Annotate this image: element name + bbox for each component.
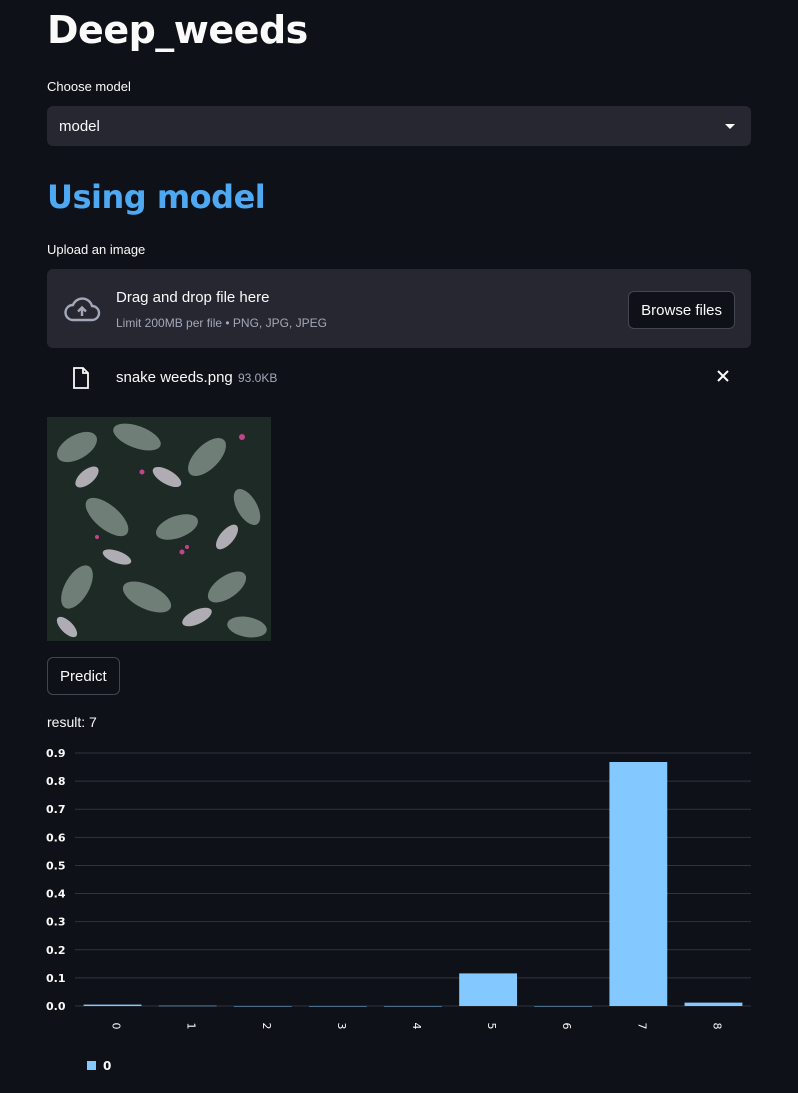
file-name: snake weeds.png xyxy=(116,369,233,386)
x-tick-label: 3 xyxy=(335,1023,348,1030)
chevron-down-icon xyxy=(725,123,735,129)
y-tick-label: 0.5 xyxy=(46,859,66,872)
legend-label: 0 xyxy=(103,1059,111,1073)
dropzone-hint: Limit 200MB per file • PNG, JPG, JPEG xyxy=(116,316,327,330)
file-dropzone[interactable]: Drag and drop file here Limit 200MB per … xyxy=(47,269,751,348)
file-icon xyxy=(71,366,91,395)
dropzone-title: Drag and drop file here xyxy=(116,289,270,306)
uploaded-file-row: snake weeds.png 93.0KB xyxy=(47,360,751,396)
bar xyxy=(158,1005,217,1007)
section-heading: Using model xyxy=(47,178,266,216)
x-tick-label: 4 xyxy=(410,1023,423,1030)
bar xyxy=(233,1006,292,1007)
bar xyxy=(308,1006,367,1007)
y-tick-label: 0.4 xyxy=(46,888,66,901)
model-select[interactable]: model xyxy=(47,106,751,146)
browse-files-button[interactable]: Browse files xyxy=(628,291,735,329)
uploader-label: Upload an image xyxy=(47,242,146,257)
y-tick-label: 0.8 xyxy=(46,775,66,788)
x-tick-label: 8 xyxy=(710,1023,723,1030)
x-tick-label: 5 xyxy=(485,1023,498,1030)
model-select-value: model xyxy=(59,117,100,135)
bar xyxy=(83,1004,142,1006)
predict-button[interactable]: Predict xyxy=(47,657,120,695)
app-title: Deep_weeds xyxy=(47,8,308,52)
y-tick-label: 0.6 xyxy=(46,831,66,844)
legend-swatch xyxy=(87,1061,96,1070)
bar xyxy=(534,1006,593,1007)
bar xyxy=(384,1006,442,1007)
prediction-bar-chart: 0.0 0.1 0.2 0.3 0.4 0.5 0.6 0.7 0.8 0.9 0 1 2 3 4 5 6 7 8 0 xyxy=(46,747,751,1073)
x-tick-label: 2 xyxy=(260,1023,273,1030)
model-select-label: Choose model xyxy=(47,79,131,94)
y-tick-label: 0.7 xyxy=(46,803,66,816)
y-tick-label: 0.9 xyxy=(46,747,66,760)
bar xyxy=(609,761,668,1006)
close-icon[interactable] xyxy=(713,366,733,386)
bar xyxy=(459,973,518,1006)
y-tick-label: 0.0 xyxy=(46,1000,66,1013)
uploaded-image-preview xyxy=(47,417,271,641)
x-tick-label: 1 xyxy=(185,1023,198,1030)
file-size: 93.0KB xyxy=(238,371,278,385)
bar xyxy=(684,1002,743,1006)
x-tick-label: 6 xyxy=(560,1023,573,1030)
cloud-upload-icon xyxy=(63,295,101,328)
y-tick-label: 0.1 xyxy=(46,972,66,985)
result-text: result: 7 xyxy=(47,714,97,730)
x-tick-label: 7 xyxy=(635,1023,648,1030)
y-tick-label: 0.2 xyxy=(46,944,66,957)
y-tick-label: 0.3 xyxy=(46,916,66,929)
x-tick-label: 0 xyxy=(110,1023,123,1030)
